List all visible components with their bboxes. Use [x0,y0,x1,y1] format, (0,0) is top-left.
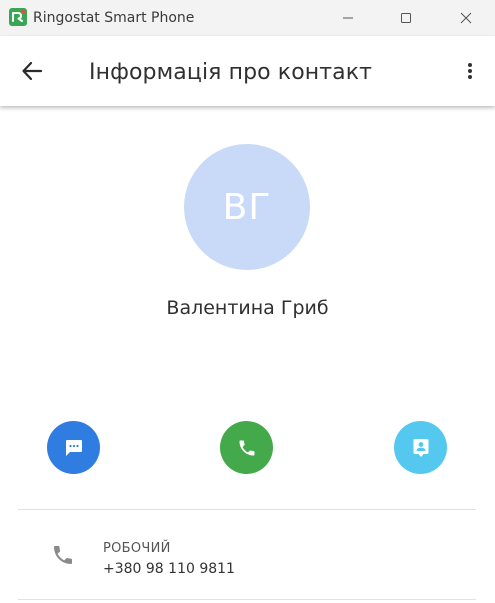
arrow-back-icon [22,61,43,81]
divider [18,599,476,600]
more-vertical-icon [468,63,472,79]
back-button[interactable] [14,53,50,89]
phone-list-item[interactable]: РОБОЧИЙ +380 98 110 9811 [18,510,476,599]
contact-card-button[interactable] [394,421,447,474]
maximize-button[interactable] [377,0,435,36]
more-options-button[interactable] [456,53,484,89]
message-icon [65,439,82,456]
phone-number: +380 98 110 9811 [103,561,235,577]
phone-icon [54,546,72,564]
minimize-button[interactable] [319,0,377,36]
maximize-icon [401,13,411,23]
minimize-icon [343,17,353,19]
phone-type-label: РОБОЧИЙ [103,541,171,556]
close-button[interactable] [437,0,495,36]
page-title: Інформація про контакт [89,60,373,85]
call-button[interactable] [220,421,273,474]
ringostat-logo-icon [9,8,27,26]
window-titlebar: Ringostat Smart Phone [0,0,495,36]
close-icon [460,12,472,24]
app-bar: Інформація про контакт [0,36,495,106]
message-button[interactable] [47,421,100,474]
window-title: Ringostat Smart Phone [33,10,195,26]
phone-icon [239,440,254,455]
contact-name: Валентина Гриб [166,297,329,319]
avatar-initials: ВГ [222,186,272,228]
contact-avatar: ВГ [184,144,310,270]
contact-card-icon [413,438,428,457]
